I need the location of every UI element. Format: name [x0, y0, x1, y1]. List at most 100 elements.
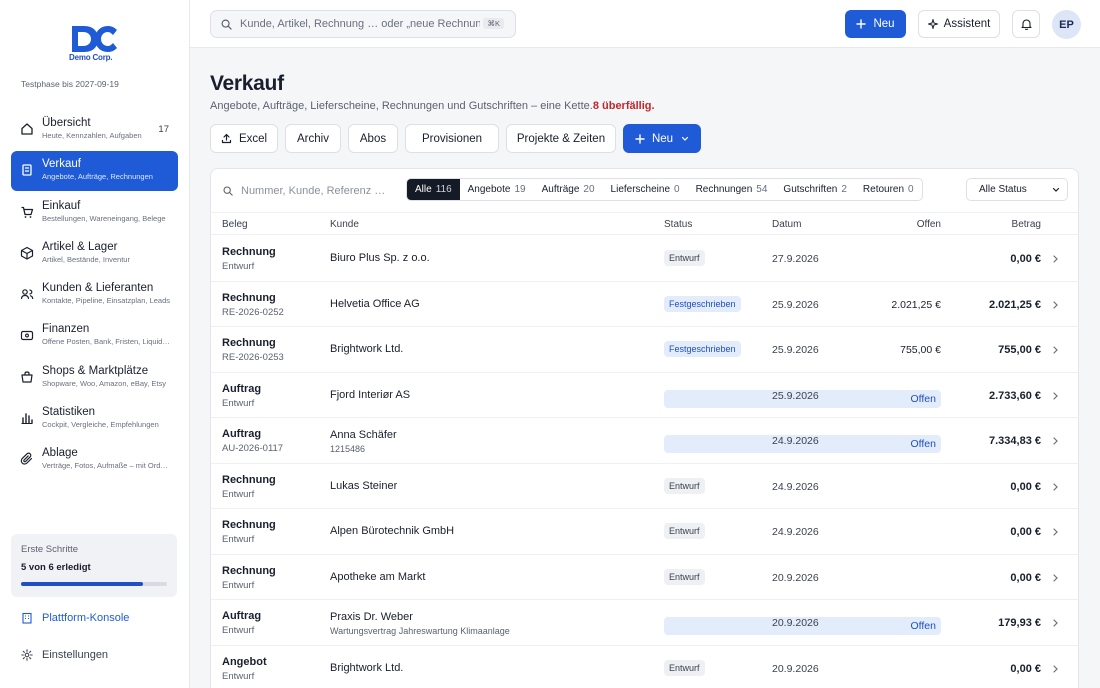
filter-gutschriften[interactable]: Gutschriften 2	[775, 179, 854, 200]
archive-button[interactable]: Archiv	[285, 124, 341, 153]
chevron-right-icon	[1053, 300, 1058, 309]
sidebar-item-ablage[interactable]: Ablage Verträge, Fotos, Aufmaße – mit Or…	[11, 440, 178, 480]
filter-label: Alle	[415, 184, 432, 195]
sidebar-item-einkauf[interactable]: Einkauf Bestellungen, Wareneingang, Bele…	[11, 193, 178, 233]
table-search[interactable]	[223, 181, 393, 201]
global-search-input[interactable]	[240, 18, 480, 30]
wallet-icon	[20, 331, 34, 341]
chevron-down-icon	[1052, 187, 1060, 192]
table-row[interactable]: Rechnung Entwurf Biuro Plus Sp. z o.o. Entw…	[211, 236, 1078, 282]
documents-table-card: Alle116 Angebote19 Aufträge20 Liefersche…	[210, 168, 1079, 688]
page-subtitle-text: Angebote, Aufträge, Lieferscheine, Rechn…	[210, 100, 593, 112]
document-date: 25.9.2026	[772, 344, 819, 356]
table-row[interactable]: Rechnung Entwurf Apotheke am Markt Entwurf 2…	[211, 555, 1078, 600]
avatar[interactable]: EP	[1052, 10, 1081, 39]
status-badge: Entwurf	[664, 250, 705, 266]
chevron-right-icon	[1053, 255, 1058, 263]
sparkle-icon	[927, 19, 938, 29]
sidebar-item-shops[interactable]: Shops & Marktplätze Shopware, Woo, Amazo…	[11, 358, 178, 398]
subscriptions-button[interactable]: Abos	[348, 124, 398, 153]
new-document-button[interactable]: Neu	[623, 124, 701, 153]
sidebar-item-verkauf[interactable]: Verkauf Angebote, Aufträge, Rechnungen	[11, 151, 178, 192]
platform-console-link[interactable]: Plattform-Konsole	[21, 612, 129, 624]
onboarding-card[interactable]: Erste Schritte 5 von 6 erledigt	[11, 534, 177, 597]
new-button[interactable]: Neu	[845, 10, 906, 38]
platform-console-label: Plattform-Konsole	[42, 612, 130, 624]
table-row[interactable]: Angebot Entwurf Brightwork Ltd. Entwurf 20.9…	[211, 646, 1078, 688]
chevron-right-icon	[1053, 482, 1058, 491]
column-header-betrag[interactable]: Betrag	[1012, 219, 1041, 230]
document-number: Entwurf	[222, 488, 255, 500]
table-row[interactable]: Rechnung RE-2026-0252 Helvetia Office AG Fe…	[211, 282, 1078, 327]
sidebar-item-artikel-lager[interactable]: Artikel & Lager Artikel, Bestände, Inven…	[11, 234, 178, 274]
column-header-beleg[interactable]: Beleg	[222, 219, 248, 230]
filter-alle[interactable]: Alle 116	[407, 179, 460, 200]
settings-link[interactable]: Einstellungen	[21, 649, 108, 661]
customer-name: Anna Schäfer	[330, 429, 397, 441]
subscriptions-button-label: Abos	[359, 132, 387, 145]
search-shortcut: ⌘K	[483, 18, 504, 29]
sidebar-item-description: Cockpit, Vergleiche, Empfehlungen	[42, 420, 159, 430]
sidebar-item-statistiken[interactable]: Statistiken Cockpit, Vergleiche, Empfehl…	[11, 399, 178, 439]
chevron-right-icon	[1053, 346, 1058, 354]
trial-notice: Testphase bis 2027-09-19	[21, 79, 119, 89]
table-row[interactable]: Rechnung Entwurf Lukas Steiner Entwurf 24.9.…	[211, 464, 1078, 509]
projects-times-button-label: Projekte & Zeiten	[516, 132, 606, 145]
sidebar-item-count: 17	[158, 124, 169, 135]
table-row[interactable]: Auftrag Entwurf Praxis Dr. Weber Wartungsve…	[211, 600, 1078, 646]
excel-button[interactable]: Excel	[210, 124, 278, 153]
users-icon	[20, 289, 34, 300]
total-amount: 2.021,25 €	[989, 298, 1041, 311]
filter-rechnungen[interactable]: Rechnungen 54	[688, 179, 776, 200]
status-badge: Festgeschrieben	[664, 295, 741, 312]
building-icon	[22, 612, 32, 624]
search-icon	[221, 19, 232, 30]
assistant-button[interactable]: Assistent	[918, 10, 1000, 38]
status-badge: Entwurf	[664, 523, 705, 539]
sidebar-item-label: Ablage	[42, 447, 78, 460]
status-select[interactable]: Alle Status	[966, 178, 1068, 201]
commissions-button[interactable]: Provisionen	[405, 124, 499, 153]
filter-retouren[interactable]: Retouren 0	[855, 179, 922, 200]
document-type: Rechnung	[222, 519, 276, 531]
total-amount: 179,93 €	[998, 617, 1041, 629]
table-row[interactable]: Auftrag AU-2026-0117 Anna Schäfer 1215486 Of…	[211, 418, 1078, 464]
global-search[interactable]: ⌘K	[210, 10, 516, 38]
sidebar-item-label: Einkauf	[42, 199, 81, 212]
document-type: Rechnung	[222, 246, 276, 258]
onboarding-progress-bar	[21, 582, 167, 586]
chart-icon	[21, 413, 33, 425]
plus-icon	[635, 133, 645, 144]
column-header-offen[interactable]: Offen	[917, 219, 941, 230]
customer-name: Brightwork Ltd.	[330, 661, 404, 674]
sidebar-item-uebersicht[interactable]: Übersicht Heute, Kennzahlen, Aufgaben 17	[11, 110, 178, 150]
document-type: Auftrag	[222, 382, 262, 395]
logo-text: Demo Corp.	[69, 53, 113, 62]
column-header-status[interactable]: Status	[664, 219, 692, 230]
filter-label: Retouren	[862, 184, 905, 195]
filter-auftraege[interactable]: Aufträge 20	[534, 179, 603, 200]
customer-detail: Wartungsvertrag Jahreswartung Klimaanlag…	[330, 626, 510, 636]
table-row[interactable]: Rechnung RE-2026-0253 Brightwork Ltd. Festg…	[211, 327, 1078, 373]
sidebar-item-kunden-lieferanten[interactable]: Kunden & Lieferanten Kontakte, Pipeline,…	[11, 275, 178, 315]
box-icon	[20, 246, 34, 260]
column-header-datum[interactable]: Datum	[772, 219, 801, 230]
document-date: 24.9.2026	[772, 526, 819, 538]
column-header-kunde[interactable]: Kunde	[330, 219, 359, 230]
total-amount: 7.334,83 €	[989, 435, 1041, 447]
table-row[interactable]: Rechnung Entwurf Alpen Bürotechnik GmbH Ent…	[211, 509, 1078, 555]
overdue-count[interactable]: 8 überfällig.	[593, 100, 655, 112]
table-search-input[interactable]	[241, 185, 391, 197]
open-amount: 755,00 €	[900, 344, 941, 356]
notifications-button[interactable]	[1012, 10, 1040, 38]
table-row[interactable]: Auftrag Entwurf Fjord Interiør AS Offen 25.9…	[211, 373, 1078, 418]
table-header: Beleg Kunde Status Datum Offen Betrag	[211, 212, 1078, 235]
filter-count: 0	[674, 184, 680, 195]
projects-times-button[interactable]: Projekte & Zeiten	[506, 124, 616, 153]
filter-lieferscheine[interactable]: Lieferscheine 0	[603, 179, 688, 200]
filter-angebote[interactable]: Angebote 19	[460, 179, 534, 200]
sidebar-item-label: Shops & Marktplätze	[42, 364, 149, 377]
chevron-down-icon	[681, 136, 689, 141]
paperclip-icon	[20, 452, 33, 466]
sidebar-item-finanzen[interactable]: Finanzen Offene Posten, Bank, Fristen, L…	[11, 316, 178, 356]
